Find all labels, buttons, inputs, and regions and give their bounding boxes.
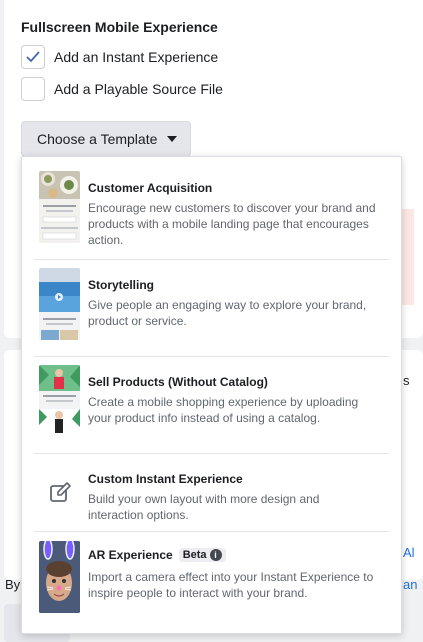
- option-description: Encourage new customers to discover your…: [88, 201, 376, 247]
- playable-source-checkbox-row[interactable]: Add a Playable Source File: [21, 77, 223, 101]
- pool-video-thumbnail: [39, 268, 80, 340]
- section-title: Fullscreen Mobile Experience: [21, 19, 218, 35]
- option-title: Customer Acquisition: [88, 181, 213, 195]
- beta-badge: Beta i: [178, 548, 226, 562]
- option-description: Import a camera effect into your Instant…: [88, 570, 374, 600]
- food-landing-thumbnail: [39, 171, 80, 243]
- instant-experience-checkbox[interactable]: [21, 45, 45, 69]
- template-option-storytelling[interactable]: Storytelling Give people an engaging way…: [34, 260, 389, 357]
- template-option-ar-experience[interactable]: AR Experience Beta i Import a camera eff…: [34, 532, 389, 634]
- playable-source-checkbox[interactable]: [21, 77, 45, 101]
- background-link-an[interactable]: an: [403, 577, 417, 592]
- template-dropdown: Customer Acquisition Encourage new custo…: [21, 156, 402, 634]
- option-description: Give people an engaging way to explore y…: [88, 298, 367, 328]
- template-option-sell-products[interactable]: Sell Products (Without Catalog) Create a…: [34, 357, 389, 454]
- checkmark-icon: [26, 51, 40, 63]
- template-option-custom[interactable]: Custom Instant Experience Build your own…: [34, 454, 389, 532]
- choose-template-button[interactable]: Choose a Template: [21, 121, 191, 157]
- template-option-customer-acquisition[interactable]: Customer Acquisition Encourage new custo…: [34, 157, 389, 260]
- option-title: Storytelling: [88, 278, 155, 292]
- background-text-fragment: s: [403, 373, 410, 388]
- option-title: AR Experience: [88, 548, 173, 562]
- option-description: Create a mobile shopping experience by u…: [88, 395, 359, 425]
- beta-badge-label: Beta: [182, 549, 207, 561]
- option-title: Sell Products (Without Catalog): [88, 375, 268, 389]
- choose-template-label: Choose a Template: [37, 131, 158, 147]
- background-text-by: By: [5, 577, 21, 592]
- playable-source-label: Add a Playable Source File: [54, 81, 223, 97]
- fashion-shop-thumbnail: [39, 365, 80, 437]
- background-link-fragment[interactable]: Al: [403, 545, 415, 560]
- option-description: Build your own layout with more design a…: [88, 492, 320, 522]
- instant-experience-checkbox-row[interactable]: Add an Instant Experience: [21, 45, 218, 69]
- ar-face-filter-thumbnail: [39, 541, 80, 613]
- instant-experience-label: Add an Instant Experience: [54, 49, 219, 65]
- caret-down-icon: [167, 136, 177, 142]
- option-title: Custom Instant Experience: [88, 472, 243, 486]
- option-title-row: AR Experience Beta i: [88, 548, 226, 562]
- info-icon[interactable]: i: [209, 549, 222, 561]
- edit-icon: [39, 458, 80, 528]
